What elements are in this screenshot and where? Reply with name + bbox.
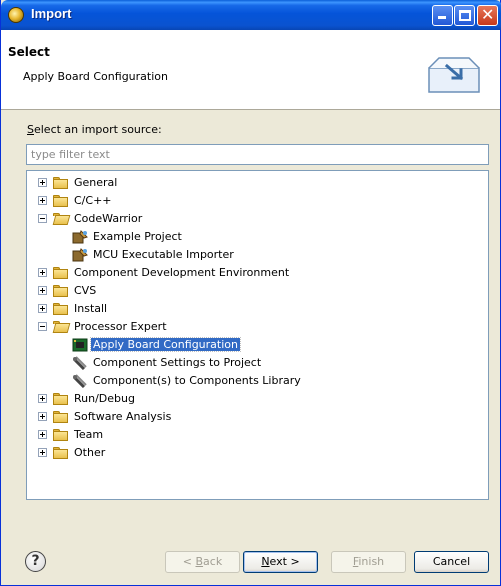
tree-folder-c-c[interactable]: C/C++ xyxy=(27,192,487,210)
expand-icon[interactable] xyxy=(38,448,47,457)
tree-folder-component-development-environment[interactable]: Component Development Environment xyxy=(27,264,487,282)
open-folder-icon xyxy=(52,321,71,333)
back-button[interactable]: < Back xyxy=(165,551,240,573)
page-title: Select xyxy=(8,45,50,59)
close-icon: ✕ xyxy=(481,5,495,24)
folder-icon xyxy=(53,285,69,297)
tree-folder-run-debug[interactable]: Run/Debug xyxy=(27,390,487,408)
tree-item-component-settings-to-project[interactable]: Component Settings to Project xyxy=(27,354,487,372)
tree-item-label: General xyxy=(74,176,118,189)
tree-folder-cvs[interactable]: CVS xyxy=(27,282,487,300)
tree-item-label: CodeWarrior xyxy=(74,212,143,225)
tree-item-label: Example Project xyxy=(93,230,182,243)
tree-item-label: C/C++ xyxy=(74,194,112,207)
finish-button[interactable]: Finish xyxy=(331,551,406,573)
wizard-icon xyxy=(72,230,88,244)
folder-icon xyxy=(53,177,69,189)
help-icon[interactable]: ? xyxy=(25,551,46,572)
maximize-button[interactable] xyxy=(454,5,475,26)
expand-icon[interactable] xyxy=(38,268,47,277)
cancel-button[interactable]: Cancel xyxy=(414,551,489,573)
folder-icon xyxy=(53,393,69,405)
expand-icon[interactable] xyxy=(38,304,47,313)
expand-icon[interactable] xyxy=(38,394,47,403)
tree-item-label: Processor Expert xyxy=(74,320,167,333)
collapse-icon[interactable] xyxy=(38,214,47,223)
tree-item-label: Install xyxy=(74,302,108,315)
tree-folder-software-analysis[interactable]: Software Analysis xyxy=(27,408,487,426)
tree-item-label: Run/Debug xyxy=(74,392,135,405)
import-dialog: Import ✕ Select Apply Board Configuratio… xyxy=(0,0,501,586)
expand-icon[interactable] xyxy=(38,430,47,439)
tree-item-component-s-to-components-library[interactable]: Component(s) to Components Library xyxy=(27,372,487,390)
folder-icon xyxy=(53,429,69,441)
open-folder-icon xyxy=(52,213,71,225)
window-title: Import xyxy=(31,6,72,21)
tree-folder-processor-expert[interactable]: Processor Expert xyxy=(27,318,487,336)
tree-item-label: CVS xyxy=(74,284,97,297)
tree-folder-general[interactable]: General xyxy=(27,174,487,192)
tree-folder-install[interactable]: Install xyxy=(27,300,487,318)
wizard-icon xyxy=(72,248,88,262)
expand-icon[interactable] xyxy=(38,286,47,295)
minimize-button[interactable] xyxy=(432,5,453,26)
component-tool-icon xyxy=(72,374,87,388)
tree-item-label: Software Analysis xyxy=(74,410,172,423)
next-button[interactable]: Next > xyxy=(243,551,318,573)
tree-folder-codewarrior[interactable]: CodeWarrior xyxy=(27,210,487,228)
tree-item-mcu-executable-importer[interactable]: MCU Executable Importer xyxy=(27,246,487,264)
folder-icon xyxy=(53,195,69,207)
board-chip-icon xyxy=(72,338,88,352)
page-description: Apply Board Configuration xyxy=(23,70,168,83)
tree-item-label: Other xyxy=(74,446,106,459)
folder-icon xyxy=(53,411,69,423)
tree-item-example-project[interactable]: Example Project xyxy=(27,228,487,246)
filter-label: Select an import source: xyxy=(27,123,162,136)
maximize-icon xyxy=(459,10,471,21)
tree-item-label: Apply Board Configuration xyxy=(90,337,241,352)
component-tool-icon xyxy=(72,356,87,370)
folder-icon xyxy=(53,267,69,279)
tree-folder-team[interactable]: Team xyxy=(27,426,487,444)
eclipse-app-icon xyxy=(8,7,24,23)
tree-folder-other[interactable]: Other xyxy=(27,444,487,462)
tree-item-label: MCU Executable Importer xyxy=(93,248,234,261)
expand-icon[interactable] xyxy=(38,196,47,205)
expand-icon[interactable] xyxy=(38,178,47,187)
tree-item-label: Component(s) to Components Library xyxy=(93,374,301,387)
import-wizard-icon xyxy=(428,57,480,93)
folder-icon xyxy=(53,447,69,459)
filter-input[interactable] xyxy=(26,144,489,165)
folder-icon xyxy=(53,303,69,315)
tree-item-label: Component Development Environment xyxy=(74,266,290,279)
expand-icon[interactable] xyxy=(38,412,47,421)
minimize-icon xyxy=(438,16,446,19)
close-button[interactable]: ✕ xyxy=(477,5,498,26)
collapse-icon[interactable] xyxy=(38,322,47,331)
tree-item-label: Team xyxy=(74,428,104,441)
tree-item-label: Component Settings to Project xyxy=(93,356,262,369)
import-source-tree[interactable]: General C/C++ CodeWarrior Example Project MC… xyxy=(26,170,489,500)
title-bar[interactable]: Import ✕ xyxy=(1,0,501,30)
wizard-header: Select Apply Board Configuration xyxy=(1,30,500,110)
tree-item-apply-board-configuration[interactable]: Apply Board Configuration xyxy=(27,336,487,354)
